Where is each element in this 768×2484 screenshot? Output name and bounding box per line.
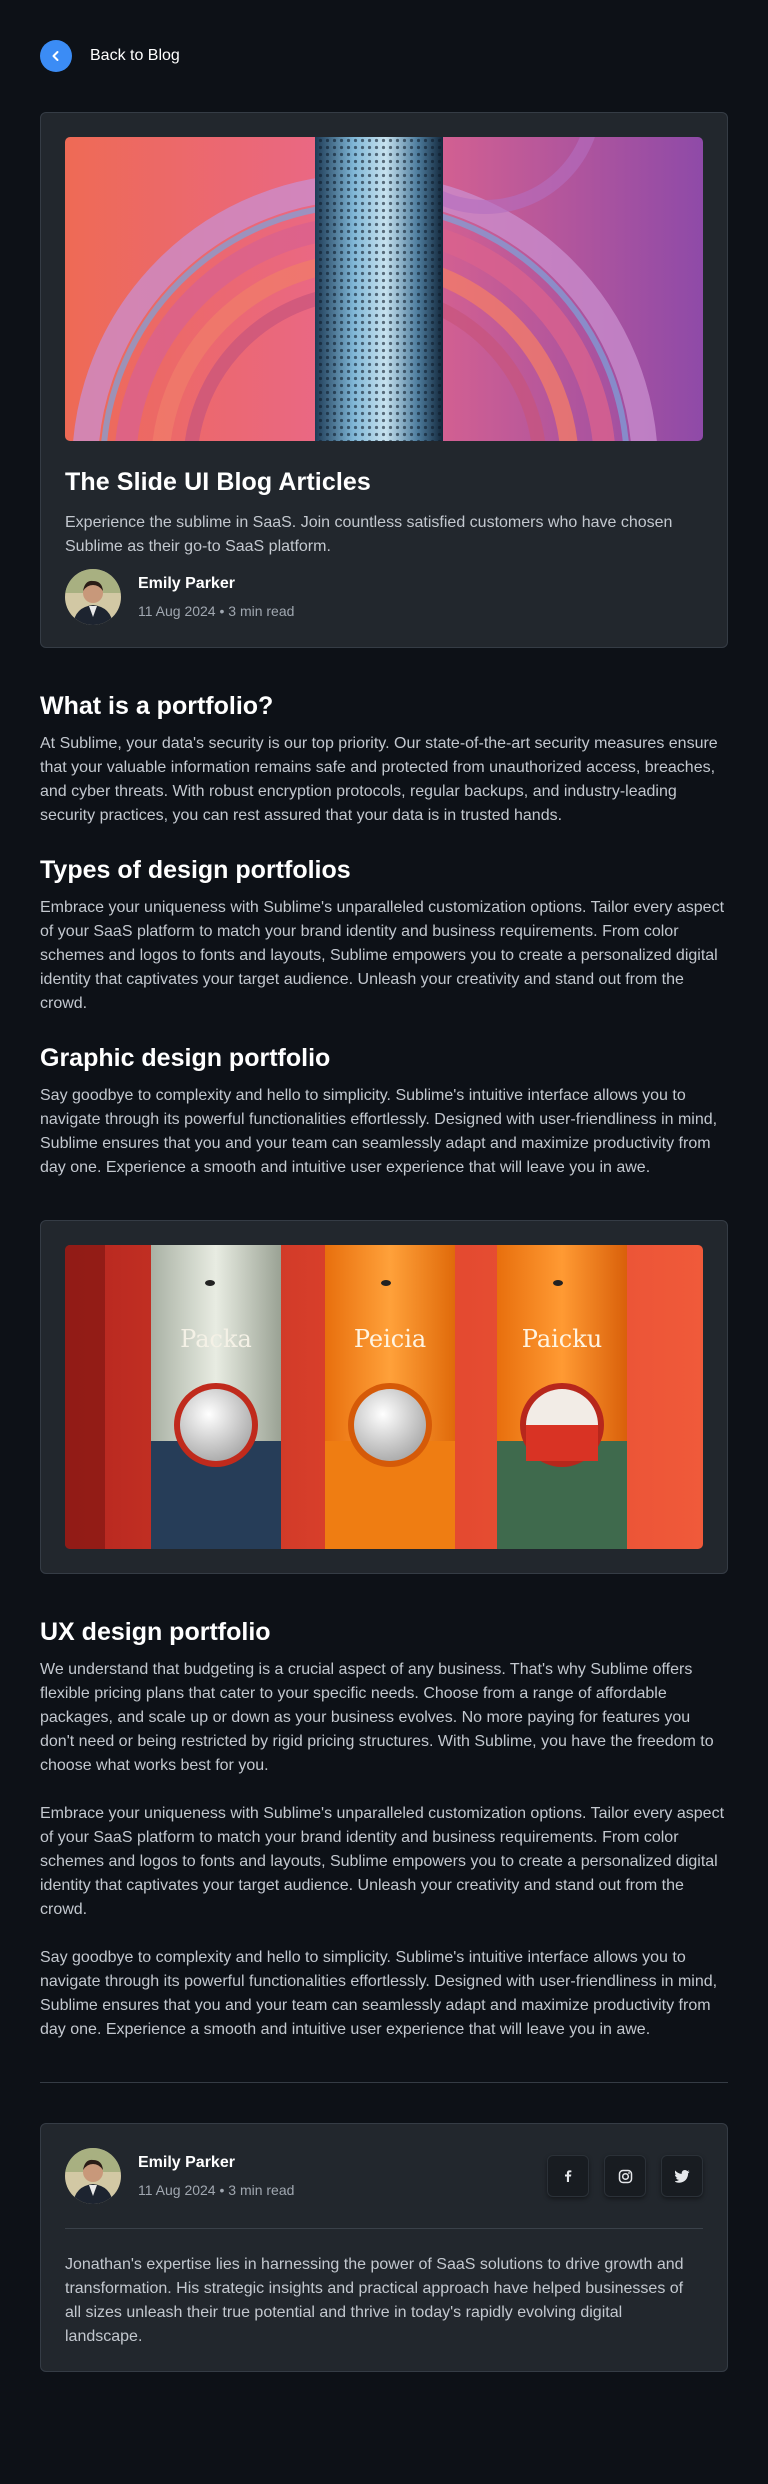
article-section: Graphic design portfolio Say goodbye to … [40, 1042, 728, 1180]
back-button[interactable] [40, 40, 72, 72]
instagram-icon [618, 2169, 632, 2183]
twitter-button[interactable] [661, 2155, 703, 2197]
author-meta: 11 Aug 2024 • 3 min read [138, 2182, 295, 2198]
divider [40, 2082, 728, 2083]
section-body: Say goodbye to complexity and hello to s… [40, 1949, 718, 2038]
ux-section: UX design portfolio We understand that b… [40, 1616, 728, 2042]
article-body: What is a portfolio? At Sublime, your da… [40, 690, 728, 1180]
author-bio: Jonathan's expertise lies in harnessing … [65, 2256, 684, 2345]
section-body: Say goodbye to complexity and hello to s… [40, 1087, 718, 1176]
avatar [65, 569, 121, 625]
author-name: Emily Parker [138, 575, 235, 592]
back-label[interactable]: Back to Blog [90, 47, 180, 65]
back-to-blog-link[interactable]: Back to Blog [40, 0, 728, 72]
facebook-icon [565, 2170, 572, 2182]
article-section: What is a portfolio? At Sublime, your da… [40, 690, 728, 828]
hero-description: Experience the sublime in SaaS. Join cou… [65, 514, 673, 555]
page-title: The Slide UI Blog Articles [65, 468, 371, 496]
author-info: Emily Parker 11 Aug 2024 • 3 min read [65, 569, 703, 625]
section-body: At Sublime, your data's security is our … [40, 735, 718, 824]
product-image-card: Packa Peicia Paicku [40, 1220, 728, 1574]
avatar [65, 2148, 121, 2204]
product-image: Packa Peicia Paicku [65, 1245, 703, 1549]
device-label: Packa [180, 1325, 252, 1353]
author-card: Emily Parker 11 Aug 2024 • 3 min read Jo… [40, 2123, 728, 2372]
hero-card: The Slide UI Blog Articles Experience th… [40, 112, 728, 648]
blog-article-page: Back to Blog The Slide UI Blog Articles … [0, 0, 768, 2372]
section-heading: Types of design portfolios [40, 856, 351, 884]
facebook-button[interactable] [547, 2155, 589, 2197]
section-heading: What is a portfolio? [40, 692, 274, 720]
device-label: Peicia [354, 1325, 426, 1353]
section-heading: UX design portfolio [40, 1618, 271, 1646]
twitter-icon [674, 2169, 689, 2183]
author-info: Emily Parker 11 Aug 2024 • 3 min read [65, 2148, 294, 2204]
hero-image [65, 137, 703, 441]
section-body: Embrace your uniqueness with Sublime's u… [40, 899, 725, 1012]
social-links [547, 2155, 703, 2197]
section-body: We understand that budgeting is a crucia… [40, 1661, 714, 1774]
author-meta: 11 Aug 2024 • 3 min read [138, 603, 295, 619]
author-name: Emily Parker [138, 2154, 235, 2171]
article-section: Types of design portfolios Embrace your … [40, 854, 728, 1016]
device-label: Paicku [522, 1325, 603, 1353]
chevron-left-icon [52, 51, 59, 61]
instagram-button[interactable] [604, 2155, 646, 2197]
divider [65, 2228, 703, 2229]
section-heading: Graphic design portfolio [40, 1044, 331, 1072]
section-body: Embrace your uniqueness with Sublime's u… [40, 1805, 725, 1918]
